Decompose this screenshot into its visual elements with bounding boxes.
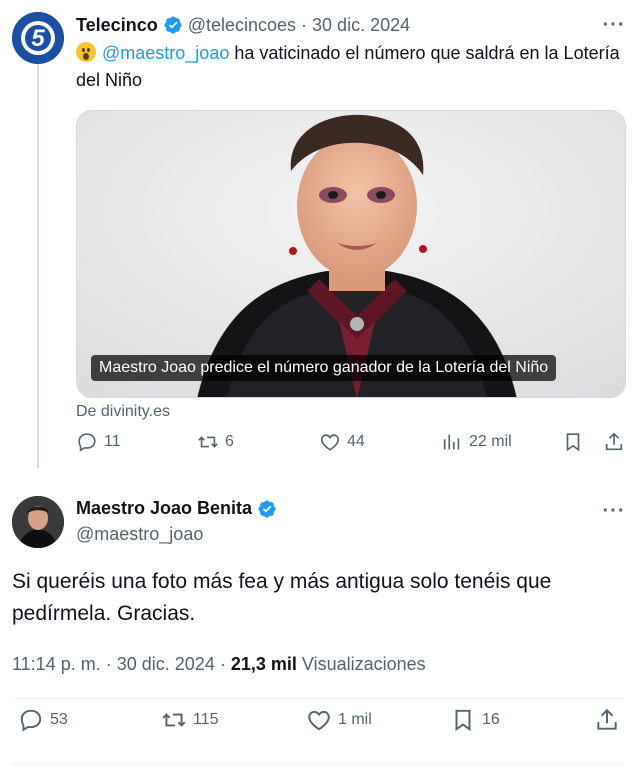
more-icon[interactable]: ··· <box>600 14 628 36</box>
views-total: 21,3 mil <box>230 654 297 674</box>
bookmark-icon <box>455 709 471 732</box>
mention-link[interactable]: @maestro_joao <box>102 43 229 63</box>
share-icon <box>605 432 623 451</box>
tweet-meta: 11:14 p. m. · 30 dic. 2024 · 21,3 mil Vi… <box>12 654 426 675</box>
like-count: 1 mil <box>338 711 372 728</box>
bookmark-count: 16 <box>482 711 500 728</box>
card-source[interactable]: De divinity.es <box>76 403 170 421</box>
views-icon <box>443 434 460 450</box>
reply-count: 11 <box>104 433 121 450</box>
repost-count: 115 <box>193 711 219 728</box>
main-author-name-row: Maestro Joao Benita <box>76 498 277 519</box>
reply-icon <box>78 433 96 452</box>
meta-separator: · <box>105 654 112 674</box>
verified-badge-icon <box>257 499 277 519</box>
more-icon[interactable]: ··· <box>600 500 628 522</box>
repost-count: 6 <box>225 433 234 450</box>
reply-icon <box>20 709 42 732</box>
like-count: 44 <box>347 433 365 450</box>
divider-top <box>12 698 624 699</box>
tweet-time[interactable]: 11:14 p. m. <box>12 654 101 674</box>
parent-tweet-header: Telecinco @telecincoes · 30 dic. 2024 <box>76 12 410 38</box>
bookmark-icon <box>566 433 580 452</box>
like-icon <box>320 434 340 451</box>
divider-bottom <box>12 764 624 765</box>
repost-button[interactable]: 115 <box>161 707 219 733</box>
maestro-joao-avatar[interactable] <box>12 496 64 548</box>
card-caption: Maestro Joao predice el número ganador d… <box>91 355 557 381</box>
reply-count: 53 <box>50 711 68 728</box>
meta-separator: · <box>219 654 226 674</box>
reply-button[interactable]: 53 <box>18 707 68 733</box>
verified-badge-icon <box>163 15 183 35</box>
parent-date[interactable]: 30 dic. 2024 <box>312 15 410 36</box>
link-preview-card[interactable]: Maestro Joao predice el número ganador d… <box>76 110 626 398</box>
header-separator: · <box>301 14 308 35</box>
main-tweet-text: Si queréis una foto más fea y más antigu… <box>12 570 552 625</box>
share-button[interactable] <box>603 431 625 453</box>
tweet-date[interactable]: 30 dic. 2024 <box>117 654 215 674</box>
like-icon <box>308 710 330 731</box>
main-author-name[interactable]: Maestro Joao Benita <box>76 498 252 519</box>
bookmark-button[interactable] <box>562 431 584 453</box>
views-button[interactable]: 22 mil <box>441 431 512 453</box>
parent-handle[interactable]: @telecincoes <box>188 15 296 36</box>
repost-icon <box>162 713 186 727</box>
parent-tweet-text: @maestro_joao ha vaticinado el número qu… <box>76 40 624 94</box>
views-label: Visualizaciones <box>301 654 426 674</box>
share-icon <box>597 708 617 730</box>
views-count: 22 mil <box>469 433 512 450</box>
like-button[interactable]: 1 mil <box>306 707 372 733</box>
reply-button[interactable]: 11 <box>76 431 121 453</box>
thread-connector-line <box>37 64 39 468</box>
share-button[interactable] <box>594 707 620 733</box>
repost-icon <box>198 436 218 448</box>
bookmark-button[interactable]: 16 <box>450 707 500 733</box>
like-button[interactable]: 44 <box>319 431 365 453</box>
telecinco-avatar[interactable]: 5 <box>12 12 64 64</box>
repost-button[interactable]: 6 <box>197 431 234 453</box>
parent-author-name[interactable]: Telecinco <box>76 15 158 36</box>
main-handle[interactable]: @maestro_joao <box>76 524 203 545</box>
astonished-emoji-icon <box>76 42 96 62</box>
telecinco-logo-five: 5 <box>31 25 45 52</box>
